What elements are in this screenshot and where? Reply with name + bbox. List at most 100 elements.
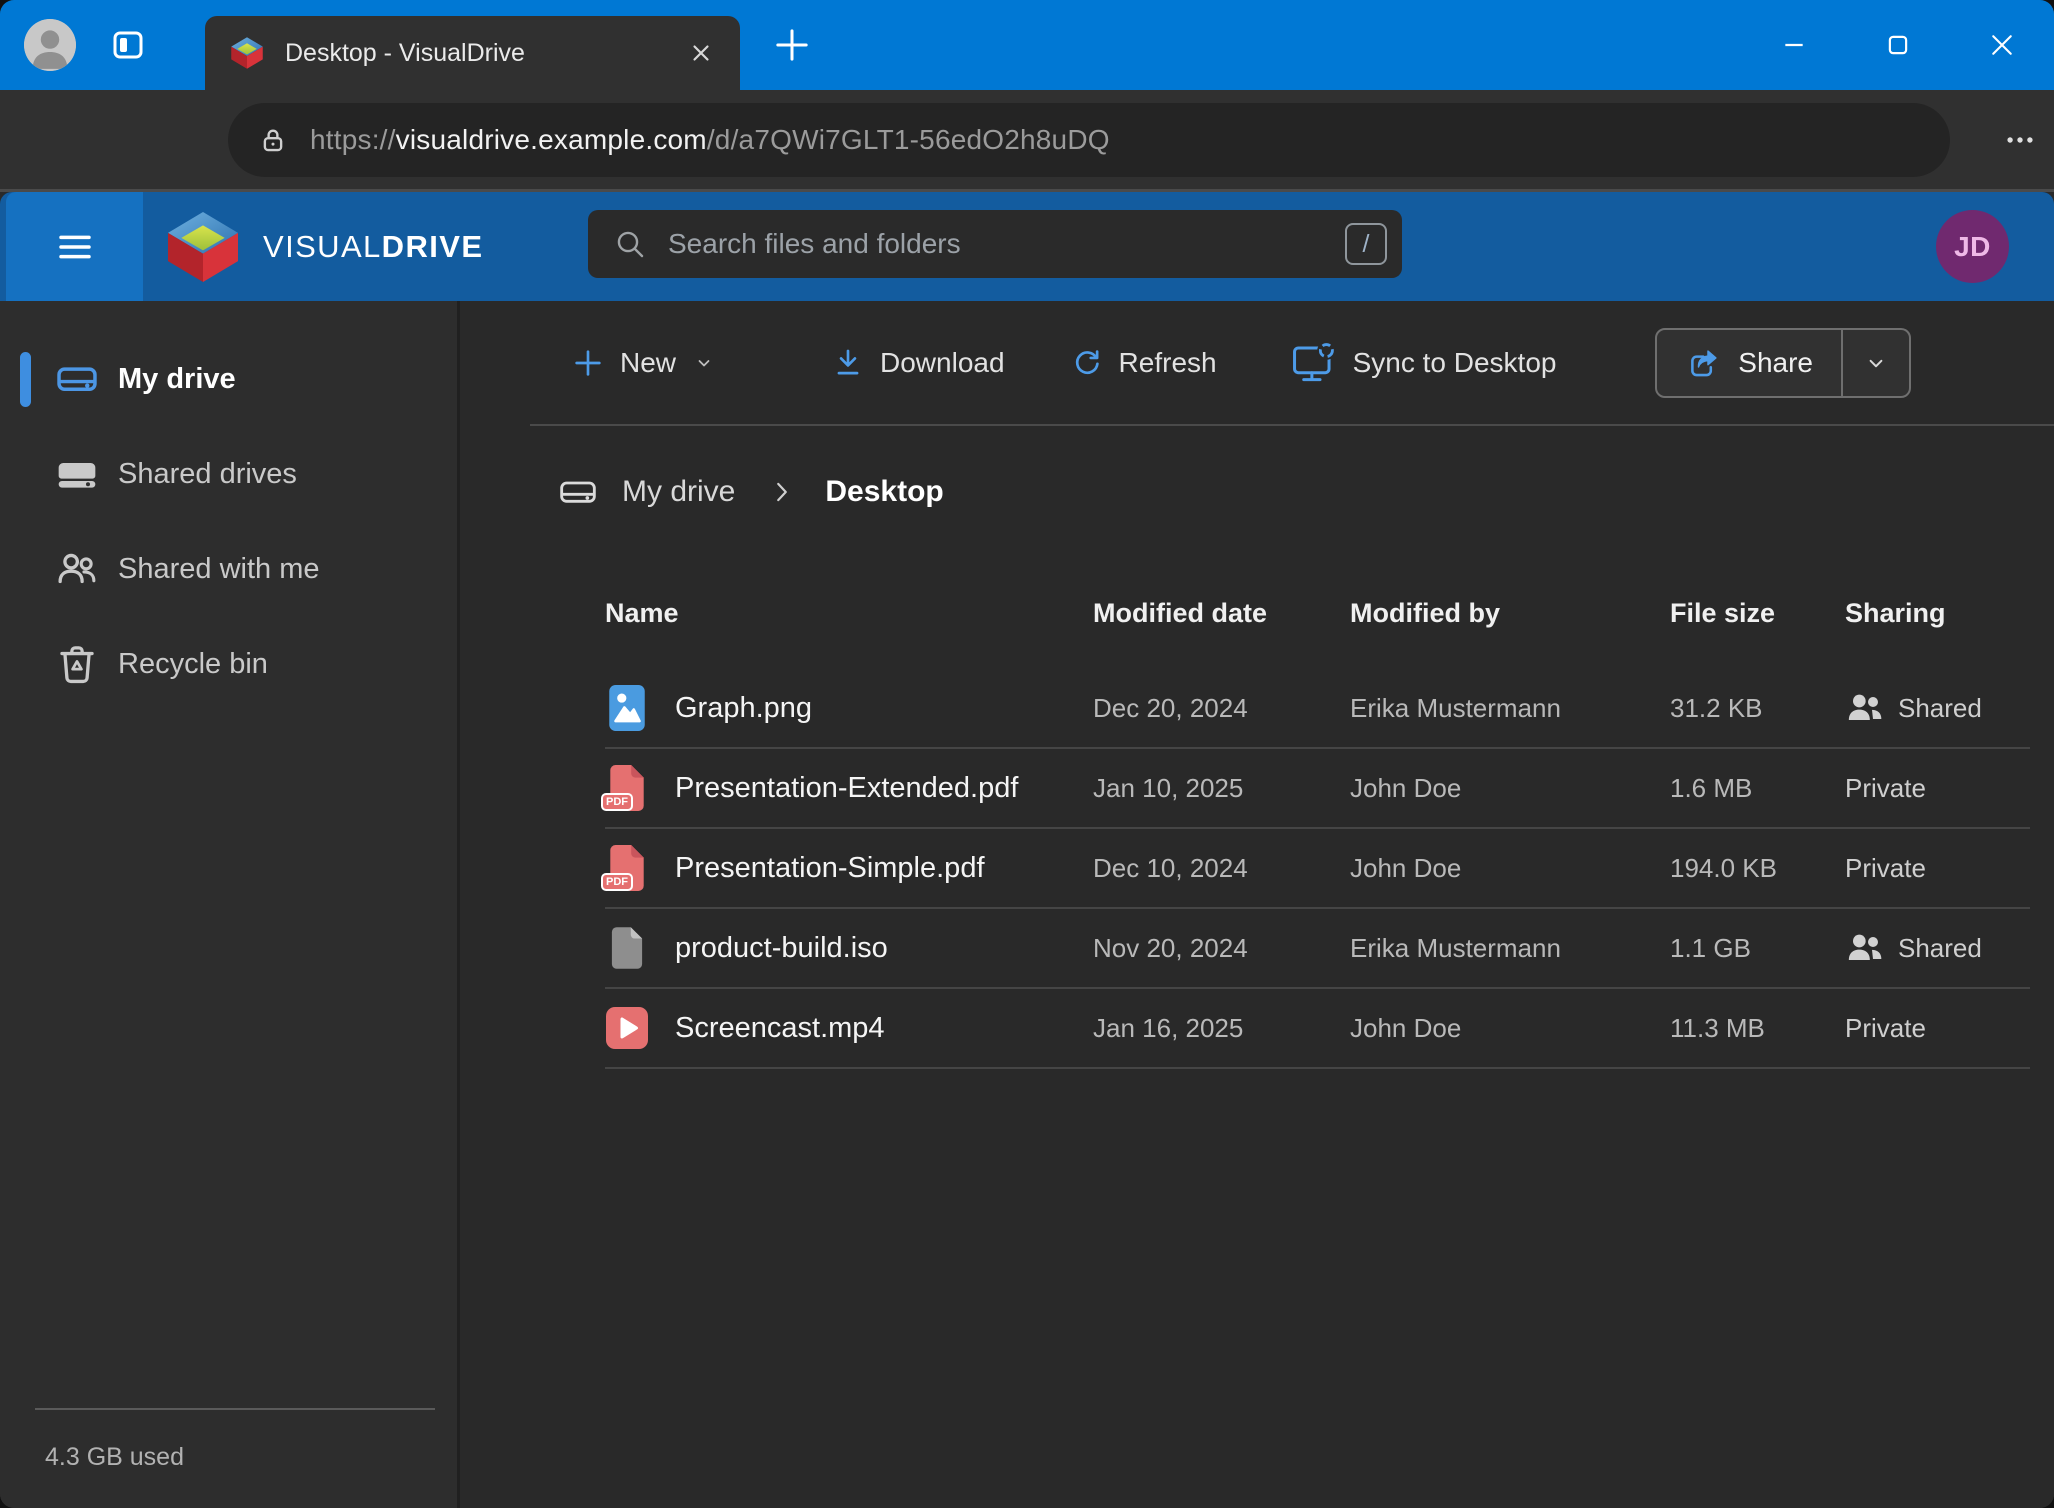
column-header-name[interactable]: Name — [605, 598, 1093, 629]
shared-people-icon — [1845, 688, 1885, 728]
user-avatar[interactable]: JD — [1936, 210, 2009, 283]
sidebar-item-label: My drive — [118, 332, 236, 427]
table-row[interactable]: Graph.png Dec 20, 2024 Erika Mustermann … — [605, 669, 2030, 749]
minimize-button[interactable] — [1742, 0, 1846, 90]
active-indicator — [20, 352, 31, 407]
sidebar-item-shared-drives[interactable]: Shared drives — [0, 427, 457, 522]
ellipsis-icon — [2003, 123, 2037, 157]
sync-desktop-icon — [1291, 340, 1337, 386]
pdf-file-icon: PDF — [605, 763, 649, 813]
file-modified-by: John Doe — [1350, 1013, 1670, 1044]
column-header-modified-date[interactable]: Modified date — [1093, 598, 1350, 629]
share-button[interactable]: Share — [1657, 330, 1841, 396]
file-sharing-status: Shared — [1898, 933, 1982, 964]
breadcrumb-root[interactable]: My drive — [622, 475, 735, 509]
share-button-label: Share — [1738, 347, 1813, 379]
plus-icon — [772, 25, 812, 65]
brand[interactable]: VISUALDRIVE — [163, 192, 483, 301]
browser-window: Desktop - VisualDrive https://visualdriv… — [0, 0, 2054, 1508]
column-header-file-size[interactable]: File size — [1670, 598, 1845, 629]
column-header-sharing[interactable]: Sharing — [1845, 598, 2030, 629]
close-icon — [1988, 31, 2016, 59]
column-header-modified-by[interactable]: Modified by — [1350, 598, 1670, 629]
download-icon — [832, 347, 864, 379]
table-header: Name Modified date Modified by File size… — [605, 580, 2030, 646]
file-name: Screencast.mp4 — [675, 1012, 885, 1045]
shared-people-icon — [1845, 928, 1885, 968]
shared-drives-icon — [55, 452, 99, 496]
storage-divider — [35, 1408, 435, 1410]
menu-button[interactable] — [6, 192, 143, 301]
sidebar-item-recycle-bin[interactable]: Recycle bin — [0, 617, 457, 712]
url-path: /d/a7QWi7GLT1-56edO2h8uDQ — [707, 124, 1110, 155]
storage-used-label: 4.3 GB used — [45, 1443, 184, 1472]
file-size: 1.6 MB — [1670, 773, 1845, 804]
maximize-icon — [1885, 32, 1911, 58]
new-button[interactable]: New — [572, 347, 716, 379]
browser-menu-button[interactable] — [1998, 112, 2042, 168]
close-icon — [688, 40, 714, 66]
app-header: VISUALDRIVE Search files and folders / J… — [0, 192, 2054, 301]
download-button-label: Download — [880, 347, 1005, 379]
file-modified-date: Nov 20, 2024 — [1093, 933, 1350, 964]
brand-name-regular: VISUAL — [263, 229, 382, 264]
maximize-button[interactable] — [1846, 0, 1950, 90]
brand-name-bold: DRIVE — [382, 229, 484, 264]
download-button[interactable]: Download — [832, 347, 1005, 379]
search-input[interactable]: Search files and folders / — [588, 210, 1402, 278]
pdf-badge: PDF — [601, 793, 633, 811]
sync-button-label: Sync to Desktop — [1353, 347, 1557, 379]
share-dropdown-button[interactable] — [1843, 330, 1909, 396]
file-modified-date: Jan 10, 2025 — [1093, 773, 1350, 804]
pdf-badge: PDF — [601, 873, 633, 891]
file-name: Presentation-Extended.pdf — [675, 772, 1018, 805]
workspaces-icon — [110, 27, 146, 63]
toolbar-divider — [530, 424, 2054, 426]
file-name: Presentation-Simple.pdf — [675, 852, 985, 885]
file-sharing-status: Shared — [1898, 693, 1982, 724]
visualdrive-logo-icon — [163, 207, 243, 287]
file-modified-by: Erika Mustermann — [1350, 933, 1670, 964]
sync-to-desktop-button[interactable]: Sync to Desktop — [1291, 340, 1557, 386]
file-modified-date: Jan 16, 2025 — [1093, 1013, 1350, 1044]
address-bar[interactable]: https://visualdrive.example.com/d/a7QWi7… — [228, 103, 1950, 177]
refresh-button[interactable]: Refresh — [1071, 347, 1217, 379]
table-row[interactable]: PDF Presentation-Extended.pdf Jan 10, 20… — [605, 749, 2030, 829]
browser-titlebar: Desktop - VisualDrive — [0, 0, 2054, 90]
table-row[interactable]: PDF Presentation-Simple.pdf Dec 10, 2024… — [605, 829, 2030, 909]
sidebar-item-my-drive[interactable]: My drive — [0, 332, 457, 427]
minimize-icon — [1781, 32, 1807, 58]
table-row[interactable]: Screencast.mp4 Jan 16, 2025 John Doe 11.… — [605, 989, 2030, 1069]
toolbar: New Download Refresh Sync to Desktop — [460, 301, 2054, 425]
file-modified-by: John Doe — [1350, 853, 1670, 884]
file-size: 194.0 KB — [1670, 853, 1845, 884]
sidebar-item-label: Recycle bin — [118, 617, 268, 712]
user-avatar-icon — [24, 19, 76, 71]
generic-file-icon — [605, 923, 649, 973]
file-name: Graph.png — [675, 692, 812, 725]
hamburger-icon — [54, 226, 96, 268]
table-row[interactable]: product-build.iso Nov 20, 2024 Erika Mus… — [605, 909, 2030, 989]
new-button-label: New — [620, 347, 676, 379]
url-host: visualdrive.example.com — [396, 124, 707, 155]
people-icon — [55, 547, 99, 591]
pdf-file-icon: PDF — [605, 843, 649, 893]
close-window-button[interactable] — [1950, 0, 2054, 90]
tab-close-button[interactable] — [684, 36, 718, 70]
browser-tab[interactable]: Desktop - VisualDrive — [205, 16, 740, 90]
sidebar-item-label: Shared with me — [118, 522, 320, 617]
workspaces-button[interactable] — [110, 27, 146, 63]
sidebar-item-shared-with-me[interactable]: Shared with me — [0, 522, 457, 617]
browser-profile-button[interactable] — [24, 19, 76, 71]
share-split-button: Share — [1655, 328, 1911, 398]
browser-navbar: https://visualdrive.example.com/d/a7QWi7… — [0, 90, 2054, 192]
file-name: product-build.iso — [675, 932, 888, 965]
visualdrive-favicon — [229, 35, 265, 71]
chevron-down-icon — [692, 351, 716, 375]
file-modified-date: Dec 10, 2024 — [1093, 853, 1350, 884]
chevron-down-icon — [1863, 350, 1889, 376]
file-modified-by: John Doe — [1350, 773, 1670, 804]
search-icon — [614, 228, 646, 260]
drive-icon — [558, 472, 598, 512]
new-tab-button[interactable] — [772, 25, 812, 65]
